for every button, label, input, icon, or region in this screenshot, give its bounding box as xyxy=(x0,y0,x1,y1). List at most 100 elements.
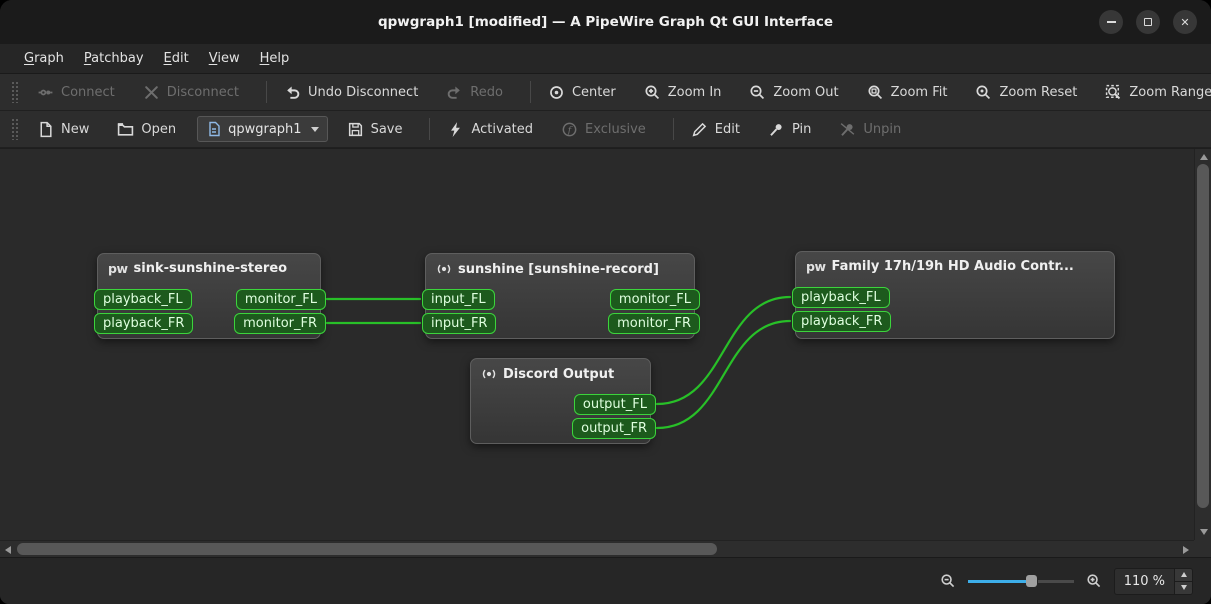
port-input-fr[interactable]: input_FR xyxy=(422,313,497,334)
port-monitor-fl[interactable]: monitor_FL xyxy=(235,289,326,310)
connect-label: Connect xyxy=(61,84,115,100)
qpwgraph-window: qpwgraph1 [modified] — A PipeWire Graph … xyxy=(0,0,1211,604)
up-arrow-icon xyxy=(1180,572,1187,577)
port-monitor-fl[interactable]: monitor_FL xyxy=(609,289,700,310)
zoom-in-label: Zoom In xyxy=(667,84,722,100)
vertical-scrollbar-thumb[interactable] xyxy=(1197,164,1209,508)
port-playback-fl[interactable]: playback_FL xyxy=(94,289,192,310)
node-sunshine-record[interactable]: sunshine [sunshine-record] input_FL inpu… xyxy=(422,253,700,339)
port-monitor-fr[interactable]: monitor_FR xyxy=(608,313,700,334)
disconnect-button[interactable]: Disconnect xyxy=(134,78,248,107)
save-button[interactable]: Save xyxy=(338,115,412,144)
chevron-down-icon xyxy=(310,126,319,132)
horizontal-scrollbar[interactable] xyxy=(0,540,1194,557)
vertical-scrollbar[interactable] xyxy=(1194,149,1211,540)
pin-label: Pin xyxy=(791,121,812,137)
node-title: sunshine [sunshine-record] xyxy=(458,261,659,277)
horizontal-scrollbar-thumb[interactable] xyxy=(17,543,717,555)
zoom-slider-handle[interactable] xyxy=(1025,575,1037,587)
zoom-fit-button[interactable]: Zoom Fit xyxy=(858,78,957,107)
minimize-button[interactable] xyxy=(1099,10,1123,34)
port-playback-fr[interactable]: playback_FR xyxy=(94,313,194,334)
scroll-up-arrow-icon[interactable] xyxy=(1200,154,1208,160)
center-label: Center xyxy=(571,84,616,100)
node-sink-sunshine-stereo[interactable]: pw sink-sunshine-stereo playback_FL play… xyxy=(94,253,326,339)
zoom-out-icon[interactable] xyxy=(940,573,956,589)
pipewire-icon: pw xyxy=(806,259,826,274)
pipewire-icon: pw xyxy=(108,261,128,276)
zoom-spinbox[interactable]: 110 % xyxy=(1113,567,1193,595)
session-combobox[interactable]: qpwgraph1 xyxy=(197,116,328,142)
down-arrow-icon xyxy=(1180,585,1187,590)
svg-text:f: f xyxy=(567,124,573,135)
toolbar-separator xyxy=(265,81,267,103)
port-playback-fl[interactable]: playback_FL xyxy=(792,287,890,308)
maximize-button[interactable] xyxy=(1136,10,1160,34)
window-controls: ✕ xyxy=(1099,0,1197,44)
open-button[interactable]: Open xyxy=(108,115,185,144)
zoom-in-button[interactable]: Zoom In xyxy=(635,78,731,107)
patchbay-file-icon xyxy=(209,121,220,137)
new-button[interactable]: New xyxy=(28,115,98,144)
node-family-hd-audio[interactable]: pw Family 17h/19h HD Audio Contr... play… xyxy=(792,251,1115,339)
port-monitor-fr[interactable]: monitor_FR xyxy=(234,313,326,334)
zoom-out-button[interactable]: Zoom Out xyxy=(740,78,847,107)
center-icon xyxy=(550,85,563,99)
port-playback-fr[interactable]: playback_FR xyxy=(792,311,892,332)
edit-button[interactable]: Edit xyxy=(682,115,749,144)
zoom-step-up-button[interactable] xyxy=(1175,568,1192,581)
activated-button[interactable]: Activated xyxy=(438,115,542,144)
redo-icon xyxy=(448,86,461,99)
undo-label: Undo Disconnect xyxy=(307,84,419,100)
toolbar-separator xyxy=(672,118,674,140)
redo-button[interactable]: Redo xyxy=(437,78,512,107)
zoom-in-icon xyxy=(645,84,659,99)
exclusive-button[interactable]: f Exclusive xyxy=(552,115,655,144)
record-source-icon xyxy=(482,369,496,379)
zoom-fit-icon xyxy=(868,84,882,99)
redo-label: Redo xyxy=(470,84,503,100)
port-input-fl[interactable]: input_FL xyxy=(422,289,495,310)
toolbar-drag-handle[interactable] xyxy=(11,118,18,140)
zoom-reset-button[interactable]: Zoom Reset xyxy=(966,78,1086,107)
scroll-left-arrow-icon[interactable] xyxy=(5,546,11,554)
close-button[interactable]: ✕ xyxy=(1173,10,1197,34)
graph-canvas-area: pw sink-sunshine-stereo playback_FL play… xyxy=(0,148,1211,557)
center-button[interactable]: Center xyxy=(539,78,625,107)
close-icon: ✕ xyxy=(1180,15,1190,29)
scroll-right-arrow-icon[interactable] xyxy=(1183,546,1189,554)
titlebar[interactable]: qpwgraph1 [modified] — A PipeWire Graph … xyxy=(0,0,1211,44)
pin-button[interactable]: Pin xyxy=(759,115,820,144)
connect-button[interactable]: Connect xyxy=(28,78,124,107)
zoom-range-icon xyxy=(1106,84,1121,99)
new-label: New xyxy=(61,121,90,137)
menu-view[interactable]: View xyxy=(199,47,250,70)
node-discord-output[interactable]: Discord Output output_FL output_FR xyxy=(470,358,656,444)
menu-help[interactable]: Help xyxy=(250,47,300,70)
unpin-icon xyxy=(841,122,855,136)
port-output-fl[interactable]: output_FL xyxy=(573,394,656,415)
port-output-fr[interactable]: output_FR xyxy=(572,418,656,439)
zoom-step-down-button[interactable] xyxy=(1175,580,1192,594)
node-title: Family 17h/19h HD Audio Contr... xyxy=(831,259,1074,274)
disconnect-label: Disconnect xyxy=(166,84,239,100)
zoom-in-icon[interactable] xyxy=(1086,573,1102,589)
activated-label: Activated xyxy=(471,121,534,137)
menu-patchbay[interactable]: Patchbay xyxy=(74,47,154,70)
toolbar-drag-handle[interactable] xyxy=(11,81,18,103)
toolbar-file: New Open qpwgraph1 Save Activated f Excl… xyxy=(0,111,1211,148)
zoom-slider-track xyxy=(1037,580,1074,583)
zoom-range-button[interactable]: Zoom Range xyxy=(1096,78,1211,107)
zoom-slider[interactable] xyxy=(967,572,1074,590)
menu-edit[interactable]: Edit xyxy=(154,47,199,70)
node-header: pw sink-sunshine-stereo xyxy=(98,254,320,283)
toolbar-separator xyxy=(529,81,531,103)
undo-disconnect-button[interactable]: Undo Disconnect xyxy=(275,78,427,107)
record-source-icon xyxy=(437,264,451,274)
node-header: Discord Output xyxy=(471,359,650,389)
exclusive-label: Exclusive xyxy=(585,121,646,137)
graph-canvas[interactable]: pw sink-sunshine-stereo playback_FL play… xyxy=(0,149,1194,540)
menu-graph[interactable]: Graph xyxy=(14,47,74,70)
unpin-button[interactable]: Unpin xyxy=(830,115,910,144)
scroll-down-arrow-icon[interactable] xyxy=(1200,529,1208,535)
